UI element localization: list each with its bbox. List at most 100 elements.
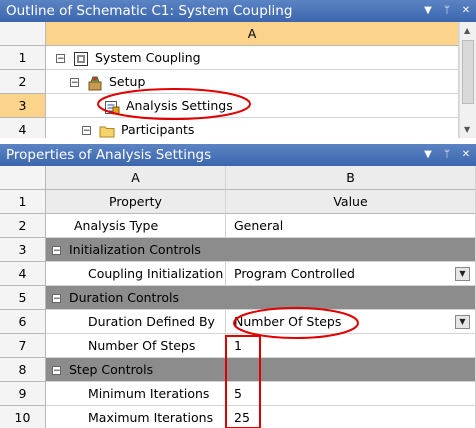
column-a-header[interactable]: A bbox=[46, 166, 226, 190]
property-name-cell: Minimum Iterations bbox=[46, 382, 226, 406]
properties-corner-cell bbox=[0, 166, 46, 190]
property-value-cell[interactable]: Program Controlled bbox=[226, 262, 476, 286]
app-window: Outline of Schematic C1: System Coupling… bbox=[0, 0, 476, 428]
section-label: Duration Controls bbox=[69, 290, 179, 305]
tree-node[interactable]: − System Coupling bbox=[56, 46, 201, 69]
row-number: 8 bbox=[0, 358, 46, 382]
property-value[interactable]: Number Of Steps bbox=[234, 314, 341, 329]
property-name-cell: Analysis Type bbox=[46, 214, 226, 238]
scroll-down-icon[interactable]: ▼ bbox=[464, 125, 470, 134]
property-value-cell[interactable]: 5 bbox=[226, 382, 476, 406]
row-number: 2 bbox=[0, 214, 46, 238]
tree-node-label: Setup bbox=[109, 74, 146, 89]
section-row: 3− Initialization Controls bbox=[0, 238, 476, 262]
row-number: 6 bbox=[0, 310, 46, 334]
property-column-header: Property bbox=[46, 190, 226, 214]
outline-title-bar: Outline of Schematic C1: System Coupling… bbox=[0, 0, 476, 22]
row-number: 4 bbox=[0, 262, 46, 286]
property-row[interactable]: 4 Coupling Initialization Program Controll… bbox=[0, 262, 476, 286]
property-value-cell[interactable]: General bbox=[226, 214, 476, 238]
outline-title: Outline of Schematic C1: System Coupling bbox=[6, 3, 293, 19]
dropdown-arrow-icon[interactable]: ▼ bbox=[455, 315, 470, 329]
system-coupling-icon bbox=[73, 51, 89, 67]
scroll-up-icon[interactable]: ▲ bbox=[464, 26, 470, 35]
property-value-cell[interactable]: 1 bbox=[226, 334, 476, 358]
property-value[interactable]: 1 bbox=[234, 338, 242, 353]
dropdown-arrow-icon[interactable]: ▼ bbox=[420, 144, 436, 166]
properties-panel: A B 1 Property Value 2 Analysis Type Gener… bbox=[0, 166, 476, 428]
collapse-toggle-icon[interactable]: − bbox=[52, 294, 61, 304]
row-number: 5 bbox=[0, 286, 46, 310]
property-row[interactable]: 2 Analysis Type General bbox=[0, 214, 476, 238]
properties-title: Properties of Analysis Settings bbox=[6, 147, 212, 163]
close-icon[interactable]: ✕ bbox=[458, 0, 474, 22]
outline-row[interactable]: 4 − Participants bbox=[0, 118, 459, 138]
close-icon[interactable]: ✕ bbox=[458, 144, 474, 166]
tree-node-label: Participants bbox=[121, 122, 195, 137]
section-label: Initialization Controls bbox=[69, 242, 201, 257]
property-name: Minimum Iterations bbox=[88, 386, 210, 401]
outline-cell[interactable]: Analysis Settings bbox=[46, 94, 459, 118]
row-number: 2 bbox=[0, 70, 46, 94]
property-name: Coupling Initialization bbox=[88, 266, 224, 281]
row-number: 4 bbox=[0, 118, 46, 138]
folder-icon bbox=[99, 123, 115, 139]
row-number: 1 bbox=[0, 190, 46, 214]
section-label: Step Controls bbox=[69, 362, 154, 377]
setup-icon bbox=[87, 75, 103, 91]
outline-cell[interactable]: − System Coupling bbox=[46, 46, 459, 70]
outline-row[interactable]: 2 − Setup bbox=[0, 70, 459, 94]
collapse-toggle-icon[interactable]: − bbox=[82, 126, 91, 136]
analysis-settings-icon bbox=[104, 99, 120, 115]
outline-row[interactable]: 3 Analysis Settings bbox=[0, 94, 459, 118]
property-value[interactable]: Program Controlled bbox=[234, 266, 355, 281]
property-row[interactable]: 7 Number Of Steps 1 bbox=[0, 334, 476, 358]
section-header[interactable]: − Step Controls bbox=[46, 358, 476, 382]
property-value[interactable]: 5 bbox=[234, 386, 242, 401]
property-row[interactable]: 9 Minimum Iterations 5 bbox=[0, 382, 476, 406]
property-name-cell: Duration Defined By bbox=[46, 310, 226, 334]
property-value-cell[interactable]: 25 bbox=[226, 406, 476, 428]
tree-node[interactable]: − Setup bbox=[70, 70, 146, 93]
row-number: 1 bbox=[0, 46, 46, 70]
row-number: 7 bbox=[0, 334, 46, 358]
properties-column-letter-row: A B bbox=[0, 166, 476, 190]
section-row: 5− Duration Controls bbox=[0, 286, 476, 310]
outline-header-row: A bbox=[0, 22, 459, 46]
row-number: 3 bbox=[0, 238, 46, 262]
section-header[interactable]: − Duration Controls bbox=[46, 286, 476, 310]
pin-icon[interactable]: ᛘ bbox=[439, 0, 455, 22]
value-column-header: Value bbox=[226, 190, 476, 214]
row-number: 10 bbox=[0, 406, 46, 428]
properties-title-bar: Properties of Analysis Settings ▼ ᛘ ✕ bbox=[0, 144, 476, 166]
collapse-toggle-icon[interactable]: − bbox=[52, 366, 61, 376]
property-value-cell[interactable]: Number Of Steps bbox=[226, 310, 476, 334]
outline-cell[interactable]: − Setup bbox=[46, 70, 459, 94]
collapse-toggle-icon[interactable]: − bbox=[56, 54, 65, 64]
tree-node[interactable]: − Participants bbox=[82, 118, 194, 138]
tree-node-label: System Coupling bbox=[95, 50, 201, 65]
section-header[interactable]: − Initialization Controls bbox=[46, 238, 476, 262]
column-b-header[interactable]: B bbox=[226, 166, 476, 190]
row-number: 3 bbox=[0, 94, 46, 118]
collapse-toggle-icon[interactable]: − bbox=[52, 246, 61, 256]
property-name: Duration Defined By bbox=[88, 314, 215, 329]
outline-corner-cell bbox=[0, 22, 46, 46]
property-row[interactable]: 10 Maximum Iterations 25 bbox=[0, 406, 476, 428]
property-value[interactable]: General bbox=[234, 218, 283, 233]
pin-icon[interactable]: ᛘ bbox=[439, 144, 455, 166]
property-row[interactable]: 6 Duration Defined By Number Of Steps ▼ bbox=[0, 310, 476, 334]
outline-row[interactable]: 1− System Coupling bbox=[0, 46, 459, 70]
tree-node-label: Analysis Settings bbox=[126, 98, 233, 113]
outline-vertical-scrollbar[interactable]: ▲ ▼ bbox=[459, 22, 476, 138]
outline-column-header[interactable]: A bbox=[46, 22, 459, 46]
dropdown-arrow-icon[interactable]: ▼ bbox=[455, 267, 470, 281]
collapse-toggle-icon[interactable]: − bbox=[70, 78, 79, 88]
scroll-thumb[interactable] bbox=[462, 40, 474, 104]
property-value[interactable]: 25 bbox=[234, 410, 250, 425]
section-row: 8− Step Controls bbox=[0, 358, 476, 382]
property-name-cell: Number Of Steps bbox=[46, 334, 226, 358]
dropdown-arrow-icon[interactable]: ▼ bbox=[420, 0, 436, 22]
outline-cell[interactable]: − Participants bbox=[46, 118, 459, 138]
tree-node[interactable]: Analysis Settings bbox=[104, 94, 233, 117]
